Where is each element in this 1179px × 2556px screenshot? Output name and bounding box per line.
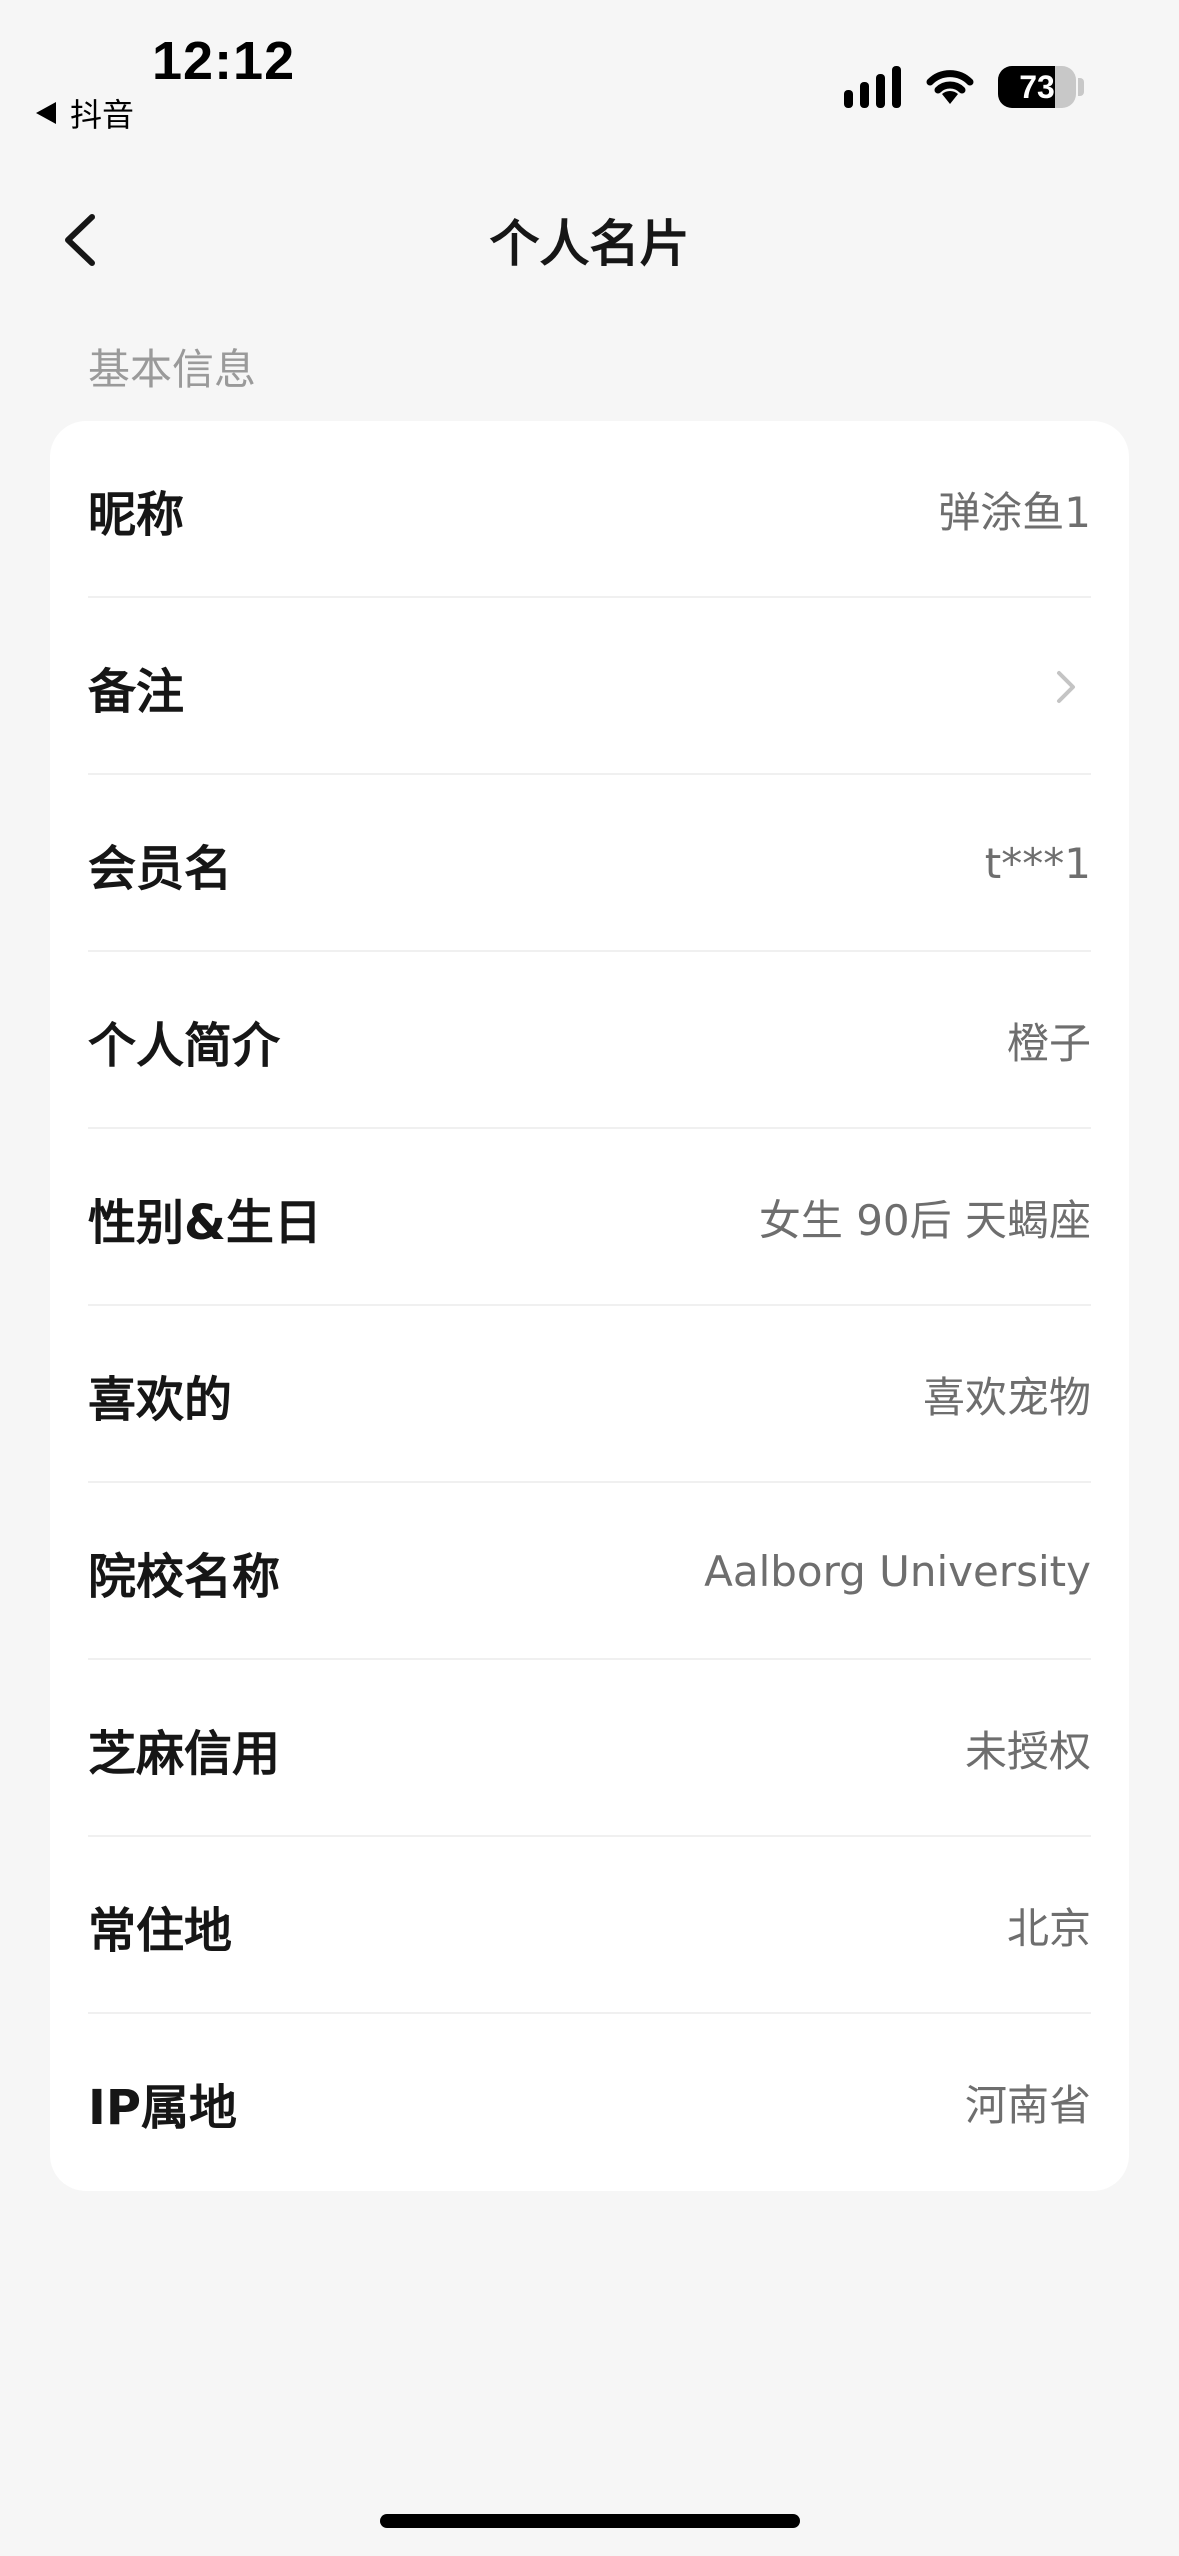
row-label: 性别&生日 [88,1194,322,1251]
chevron-right-icon [1057,670,1075,703]
row-residence: 常住地 北京 [88,1837,1091,2014]
row-label: 芝麻信用 [88,1725,281,1782]
row-value: 女生 90后 天蝎座 [758,1196,1091,1245]
back-app-label: 抖音 [70,96,135,134]
nav-bar: 个人名片 [0,180,1179,300]
row-bio: 个人简介 橙子 [88,952,1091,1129]
battery-nub [1078,78,1084,96]
row-label: IP属地 [88,2079,238,2136]
row-value: 喜欢宠物 [922,1373,1091,1422]
page-title: 个人名片 [489,215,690,273]
wifi-icon [926,70,974,104]
status-bar: 12:12 抖音 73 [0,0,1179,150]
row-gender-birthday: 性别&生日 女生 90后 天蝎座 [88,1129,1091,1306]
row-label: 常住地 [88,1902,233,1959]
row-remark[interactable]: 备注 [88,598,1091,775]
row-school: 院校名称 Aalborg University [88,1483,1091,1660]
row-label: 昵称 [88,486,185,543]
row-sesame-credit: 芝麻信用 未授权 [88,1660,1091,1837]
row-nickname: 昵称 弹涂鱼1 [88,421,1091,598]
row-value: 弹涂鱼1 [938,488,1091,537]
row-label: 喜欢的 [88,1371,233,1428]
status-time: 12:12 [152,31,296,91]
cellular-signal-icon [844,64,901,108]
battery-percent: 73 [1019,68,1055,105]
row-label: 备注 [88,663,185,720]
row-member-name: 会员名 t***1 [88,775,1091,952]
back-triangle-icon [36,102,56,124]
home-indicator[interactable] [380,2514,800,2528]
row-value: 河南省 [964,2081,1091,2130]
row-value: t***1 [984,839,1091,888]
row-ip-location: IP属地 河南省 [88,2014,1091,2191]
row-value: 橙子 [1006,1019,1091,1068]
row-label: 会员名 [88,840,233,897]
row-likes: 喜欢的 喜欢宠物 [88,1306,1091,1483]
battery-icon: 73 [998,66,1076,108]
row-value: 未授权 [964,1727,1091,1776]
profile-card: 昵称 弹涂鱼1 备注 会员名 t***1 个人简介 橙子 性别&生日 女生 90… [50,421,1129,2191]
back-to-app-link[interactable]: 抖音 [36,90,134,136]
section-header: 基本信息 [88,345,257,394]
row-value: 北京 [1006,1904,1091,1953]
row-label: 院校名称 [88,1548,281,1605]
row-value: Aalborg University [704,1547,1091,1596]
row-label: 个人简介 [88,1017,281,1074]
